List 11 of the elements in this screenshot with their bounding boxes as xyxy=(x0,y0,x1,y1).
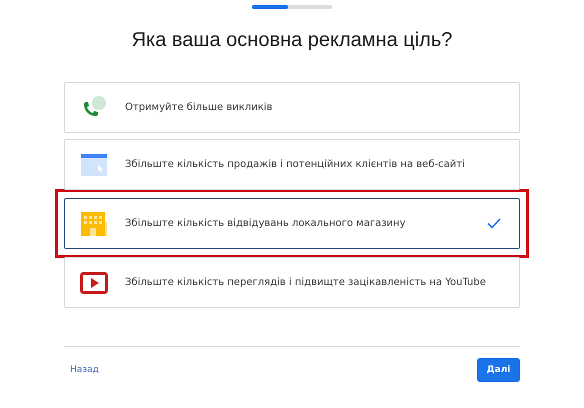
building-icon xyxy=(81,212,107,236)
checkmark-icon xyxy=(487,218,501,229)
goal-option[interactable]: Збільште кількість відвідувань локального магазину xyxy=(64,198,520,249)
browser-window-icon xyxy=(81,154,107,176)
next-button[interactable]: Далі xyxy=(477,358,520,382)
back-link[interactable]: Назад xyxy=(70,365,99,375)
goal-option[interactable]: Отримуйте більше викликів xyxy=(64,82,520,133)
goal-option[interactable]: Збільште кількість продажів і потенційних клієнтів на веб-сайті xyxy=(64,139,520,190)
goal-option[interactable]: Збільште кількість переглядів і підвищте зацікавленість на YouTube xyxy=(64,257,520,308)
play-icon xyxy=(80,272,108,294)
page-title: Яка ваша основна рекламна ціль? xyxy=(132,29,452,52)
